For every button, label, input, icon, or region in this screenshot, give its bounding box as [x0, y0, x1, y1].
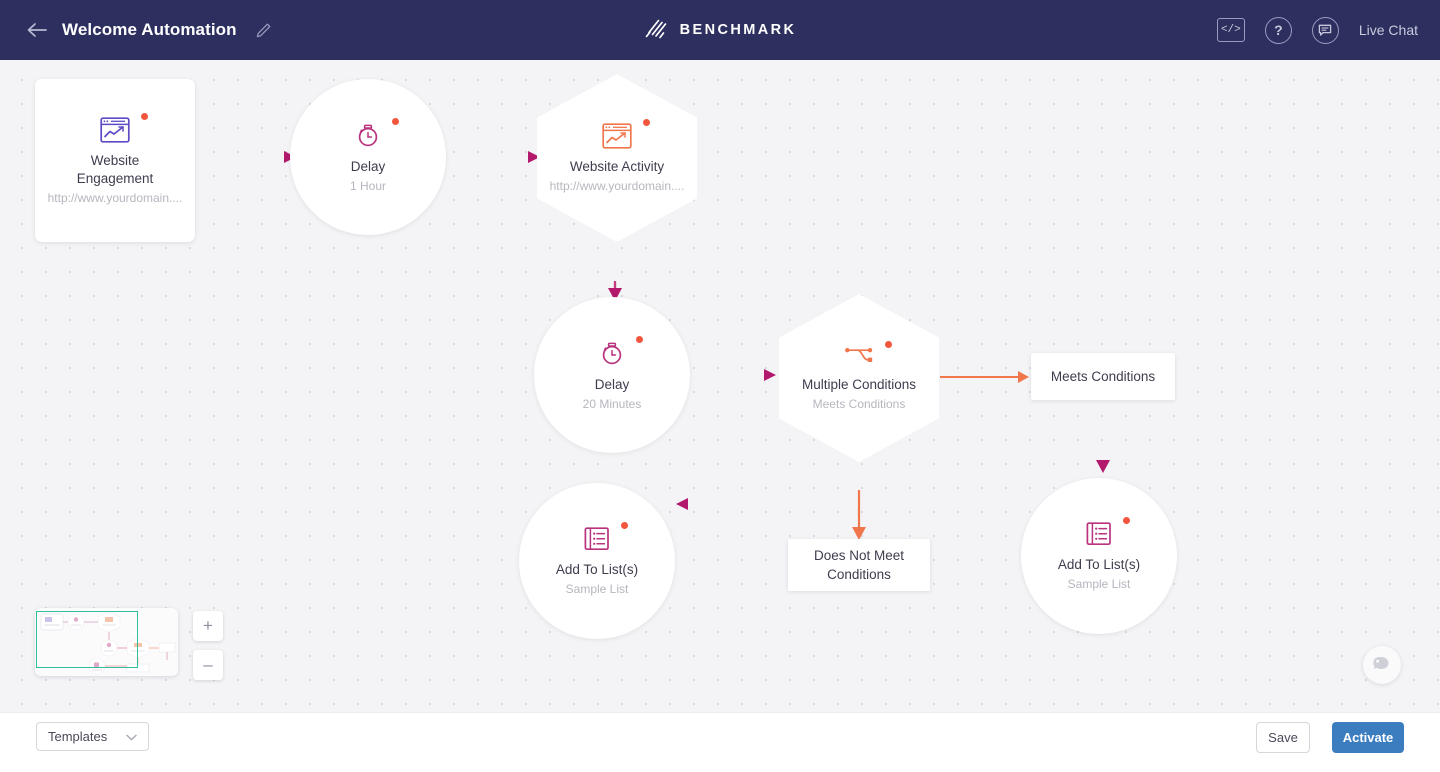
node-subtitle: http://www.yourdomain.... [47, 190, 183, 205]
app-footer [0, 712, 1440, 772]
status-badge [643, 119, 650, 126]
node-subtitle: Sample List [565, 582, 629, 596]
benchmark-slashes-logo [644, 15, 670, 46]
condition-box-does-not-meet-conditions[interactable]: Does Not Meet Conditions [788, 539, 930, 591]
node-subtitle: 1 Hour [349, 178, 387, 193]
save-button[interactable]: Save [1256, 722, 1310, 753]
status-badge [141, 112, 148, 120]
browser-chart-icon [100, 112, 148, 143]
zoom-out-button[interactable]: – [193, 650, 223, 680]
node-title: Website Engagement [76, 152, 154, 186]
node-subtitle: Sample List [1067, 577, 1131, 591]
header-right-group: </> ? Live Chat [1216, 0, 1418, 60]
chat-bubble-icon[interactable] [1311, 16, 1339, 44]
minimap-viewport[interactable] [36, 611, 138, 668]
node-website-activity[interactable]: Website Activity http://www.yourdomain..… [537, 74, 697, 242]
question-mark-icon[interactable]: ? [1264, 16, 1292, 44]
node-title: Website Activity [569, 159, 665, 174]
page-title: Welcome Automation [62, 20, 237, 39]
node-add-to-lists-right[interactable]: Add To List(s) Sample List [1021, 478, 1177, 634]
status-badge [885, 341, 892, 348]
node-delay-1-hour[interactable]: Delay 1 Hour [290, 79, 446, 235]
brand-name: BENCHMARK [679, 22, 797, 38]
support-chat-icon[interactable] [1363, 646, 1401, 684]
list-notebook-icon [584, 522, 628, 552]
status-badge [392, 117, 399, 125]
status-badge [1123, 517, 1130, 524]
back-arrow-icon[interactable] [26, 19, 48, 41]
status-badge [636, 335, 643, 343]
node-subtitle: Meets Conditions [812, 397, 906, 411]
node-title: Delay [350, 158, 386, 174]
stopwatch-icon [355, 117, 399, 149]
activate-button[interactable]: Activate [1332, 722, 1404, 753]
node-delay-20-minutes[interactable]: Delay 20 Minutes [534, 297, 690, 453]
list-notebook-icon [1086, 517, 1130, 547]
stopwatch-icon [599, 335, 643, 367]
app-header: Welcome Automation BENCHMARK </> ? Live … [0, 0, 1440, 60]
help-glyph: ? [1274, 22, 1283, 38]
node-title: Add To List(s) [555, 562, 639, 577]
pencil-icon[interactable] [255, 21, 273, 39]
node-website-engagement[interactable]: Website Engagement http://www.yourdomain… [35, 79, 195, 242]
node-title: Add To List(s) [1057, 557, 1141, 572]
node-title: Delay [594, 376, 630, 392]
code-glyph: </> [1220, 24, 1241, 36]
zoom-in-button[interactable]: + [193, 611, 223, 641]
node-subtitle: http://www.yourdomain.... [549, 179, 685, 193]
node-title: Multiple Conditions [801, 377, 917, 392]
status-badge [621, 522, 628, 529]
minimap[interactable] [35, 608, 178, 676]
node-multiple-conditions[interactable]: Multiple Conditions Meets Conditions [779, 294, 939, 462]
brand: BENCHMARK [644, 15, 797, 46]
templates-dropdown[interactable]: Templates [36, 722, 150, 751]
branch-split-icon [844, 341, 892, 367]
chevron-down-icon [126, 729, 137, 744]
flow-canvas[interactable]: Website Engagement http://www.yourdomain… [0, 60, 1440, 712]
automation-builder-app: Welcome Automation BENCHMARK </> ? Live … [0, 0, 1440, 772]
code-embed-icon[interactable]: </> [1216, 18, 1245, 42]
node-add-to-lists-left[interactable]: Add To List(s) Sample List [519, 483, 675, 639]
header-left-group: Welcome Automation [0, 19, 273, 41]
templates-label: Templates [48, 729, 108, 744]
node-subtitle: 20 Minutes [582, 396, 642, 411]
condition-box-meets-conditions[interactable]: Meets Conditions [1031, 353, 1175, 400]
live-chat-link[interactable]: Live Chat [1359, 22, 1418, 38]
browser-chart-icon [602, 119, 650, 149]
